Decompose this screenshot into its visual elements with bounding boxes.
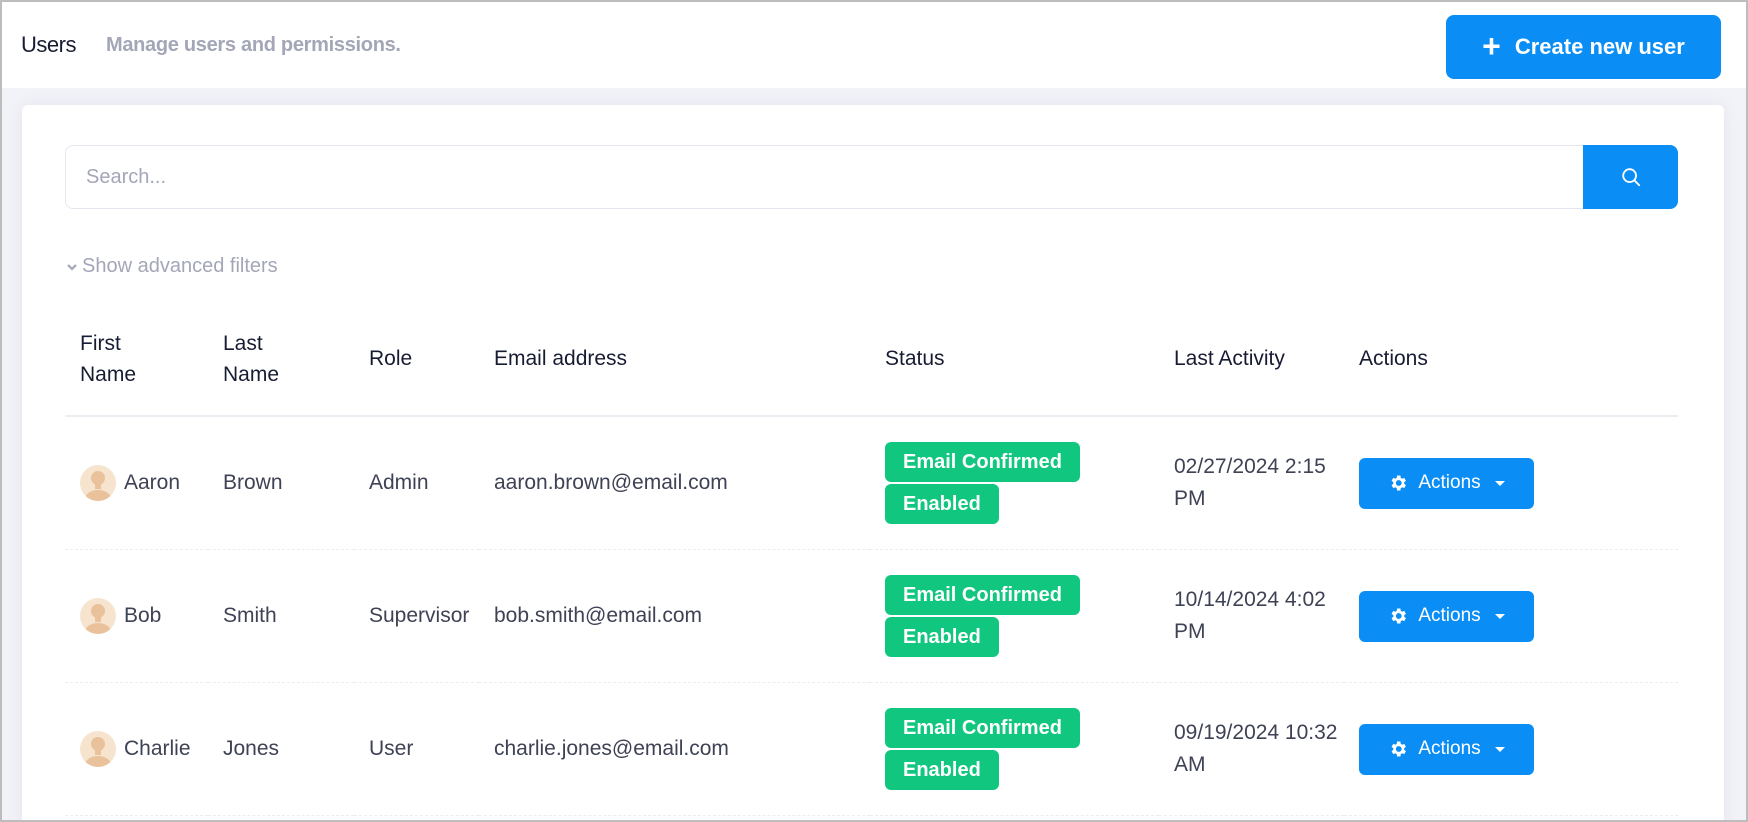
cell-actions: Actions xyxy=(1344,549,1678,683)
cell-last-name: Jones xyxy=(208,682,354,816)
column-header-last-activity[interactable]: Last Activity xyxy=(1159,302,1344,417)
first-name-text: Bob xyxy=(124,604,162,627)
status-badge-enabled: Enabled xyxy=(885,484,999,524)
user-avatar-icon xyxy=(80,465,116,501)
status-badge-enabled: Enabled xyxy=(885,750,999,790)
actions-label: Actions xyxy=(1418,472,1481,493)
cell-last-activity: 09/19/2024 10:32 AM xyxy=(1159,682,1344,816)
cell-actions: Actions xyxy=(1344,682,1678,816)
users-table: First Name Last Name Role Email address … xyxy=(65,302,1678,816)
advanced-filters-label: Show advanced filters xyxy=(82,255,278,277)
gear-icon xyxy=(1391,475,1407,491)
column-header-role[interactable]: Role xyxy=(354,302,479,417)
caret-down-icon xyxy=(1494,746,1505,752)
caret-down-icon xyxy=(1494,613,1505,619)
cell-status: Email Confirmed Enabled xyxy=(870,682,1159,816)
plus-icon: + xyxy=(1482,27,1501,64)
cell-first-name: Bob xyxy=(65,549,208,683)
table-header-row: First Name Last Name Role Email address … xyxy=(65,302,1678,417)
cell-email: bob.smith@email.com xyxy=(479,549,870,683)
page-title: Users xyxy=(21,32,76,57)
cell-actions: Actions xyxy=(1344,416,1678,550)
caret-down-icon xyxy=(1494,480,1505,486)
cell-first-name: Aaron xyxy=(65,416,208,550)
actions-dropdown-button[interactable]: Actions xyxy=(1359,457,1534,509)
column-header-last-name[interactable]: Last Name xyxy=(208,302,354,417)
actions-dropdown-button[interactable]: Actions xyxy=(1359,723,1534,775)
gear-icon xyxy=(1391,608,1407,624)
table-row: Bob Smith Supervisor bob.smith@email.com… xyxy=(65,549,1678,683)
app-frame: Users Manage users and permissions. + Cr… xyxy=(0,0,1748,822)
column-header-status[interactable]: Status xyxy=(870,302,1159,417)
user-avatar-icon xyxy=(80,731,116,767)
show-advanced-filters-link[interactable]: Show advanced filters xyxy=(66,255,278,278)
cell-role: Supervisor xyxy=(354,549,479,683)
search-icon xyxy=(1621,168,1640,187)
cell-last-activity: 10/14/2024 4:02 PM xyxy=(1159,549,1344,683)
column-header-actions: Actions xyxy=(1344,302,1678,417)
create-new-user-button[interactable]: + Create new user xyxy=(1446,15,1721,79)
status-badge-email-confirmed: Email Confirmed xyxy=(885,442,1080,482)
page-header: Users Manage users and permissions. + Cr… xyxy=(2,2,1746,88)
actions-label: Actions xyxy=(1418,605,1481,626)
column-header-email[interactable]: Email address xyxy=(479,302,870,417)
cell-last-name: Smith xyxy=(208,549,354,683)
cell-status: Email Confirmed Enabled xyxy=(870,416,1159,550)
actions-label: Actions xyxy=(1418,738,1481,759)
actions-dropdown-button[interactable]: Actions xyxy=(1359,590,1534,642)
search-bar xyxy=(65,145,1678,209)
chevron-down-icon xyxy=(67,263,77,271)
table-row: Aaron Brown Admin aaron.brown@email.com … xyxy=(65,416,1678,550)
gear-icon xyxy=(1391,741,1407,757)
first-name-text: Aaron xyxy=(124,471,181,494)
cell-last-name: Brown xyxy=(208,416,354,550)
page-subtitle: Manage users and permissions. xyxy=(105,33,401,56)
cell-email: aaron.brown@email.com xyxy=(479,416,870,550)
cell-email: charlie.jones@email.com xyxy=(479,682,870,816)
status-badge-enabled: Enabled xyxy=(885,617,999,657)
status-badge-email-confirmed: Email Confirmed xyxy=(885,708,1080,748)
create-new-user-label: Create new user xyxy=(1514,34,1685,59)
cell-first-name: Charlie xyxy=(65,682,208,816)
cell-role: Admin xyxy=(354,416,479,550)
column-header-first-name[interactable]: First Name xyxy=(65,302,208,417)
users-card: Show advanced filters First Name Last Na… xyxy=(22,105,1724,820)
cell-status: Email Confirmed Enabled xyxy=(870,549,1159,683)
cell-role: User xyxy=(354,682,479,816)
status-badge-email-confirmed: Email Confirmed xyxy=(885,575,1080,615)
user-avatar-icon xyxy=(80,598,116,634)
table-row: Charlie Jones User charlie.jones@email.c… xyxy=(65,682,1678,816)
search-input[interactable] xyxy=(65,145,1583,209)
search-button[interactable] xyxy=(1583,145,1678,209)
cell-last-activity: 02/27/2024 2:15 PM xyxy=(1159,416,1344,550)
first-name-text: Charlie xyxy=(124,737,191,760)
